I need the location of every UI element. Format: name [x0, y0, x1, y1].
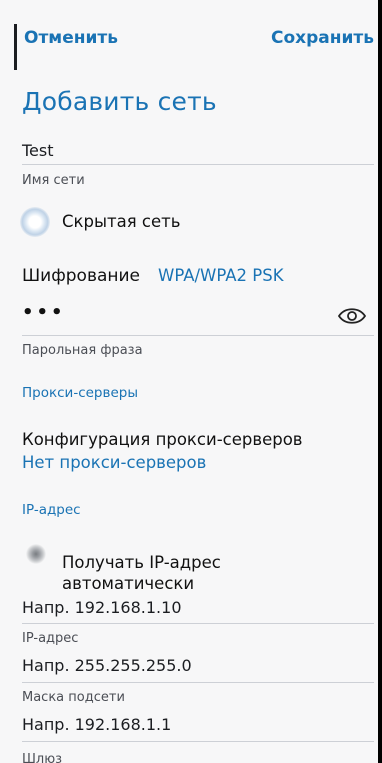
encryption-select[interactable]: WPA/WPA2 PSK [158, 266, 284, 285]
auto-ip-label-line1[interactable]: Получать IP-адрес [62, 553, 221, 572]
gateway-caption: Шлюз [22, 752, 63, 763]
focus-indicator [14, 24, 17, 70]
gateway-input[interactable]: Напр. 192.168.1.1 [22, 715, 171, 734]
ip-address-input[interactable]: Напр. 192.168.1.10 [22, 598, 182, 617]
cancel-button[interactable]: Отменить [24, 28, 118, 48]
auto-ip-label-line2[interactable]: автоматически [62, 574, 194, 593]
save-button[interactable]: Сохранить [271, 28, 374, 48]
network-name-field[interactable]: Test [22, 141, 54, 160]
divider [22, 741, 374, 742]
divider [22, 682, 374, 683]
subnet-mask-input[interactable]: Напр. 255.255.255.0 [22, 656, 192, 675]
proxy-config-value[interactable]: Нет прокси-серверов [22, 453, 206, 472]
hidden-network-label[interactable]: Скрытая сеть [62, 212, 180, 231]
encryption-label: Шифрование [22, 266, 141, 286]
add-network-screen: Отменить Сохранить Добавить сеть Test Им… [0, 0, 378, 763]
password-field[interactable]: ••• [22, 302, 66, 323]
auto-ip-checkbox[interactable] [26, 544, 46, 564]
eye-icon[interactable] [337, 306, 367, 326]
divider [22, 623, 374, 624]
divider [22, 164, 374, 165]
network-name-caption: Имя сети [22, 173, 85, 188]
password-caption: Парольная фраза [22, 343, 143, 358]
ip-address-caption: IP-адрес [22, 631, 79, 646]
header: Отменить Сохранить [22, 28, 374, 64]
proxy-section-title: Прокси-серверы [22, 385, 138, 401]
hidden-network-checkbox[interactable] [20, 207, 50, 237]
divider [22, 335, 374, 336]
ip-section-title: IP-адрес [22, 502, 81, 518]
proxy-config-label[interactable]: Конфигурация прокси-серверов [22, 430, 303, 449]
page-title: Добавить сеть [22, 87, 217, 116]
subnet-mask-caption: Маска подсети [22, 690, 125, 705]
